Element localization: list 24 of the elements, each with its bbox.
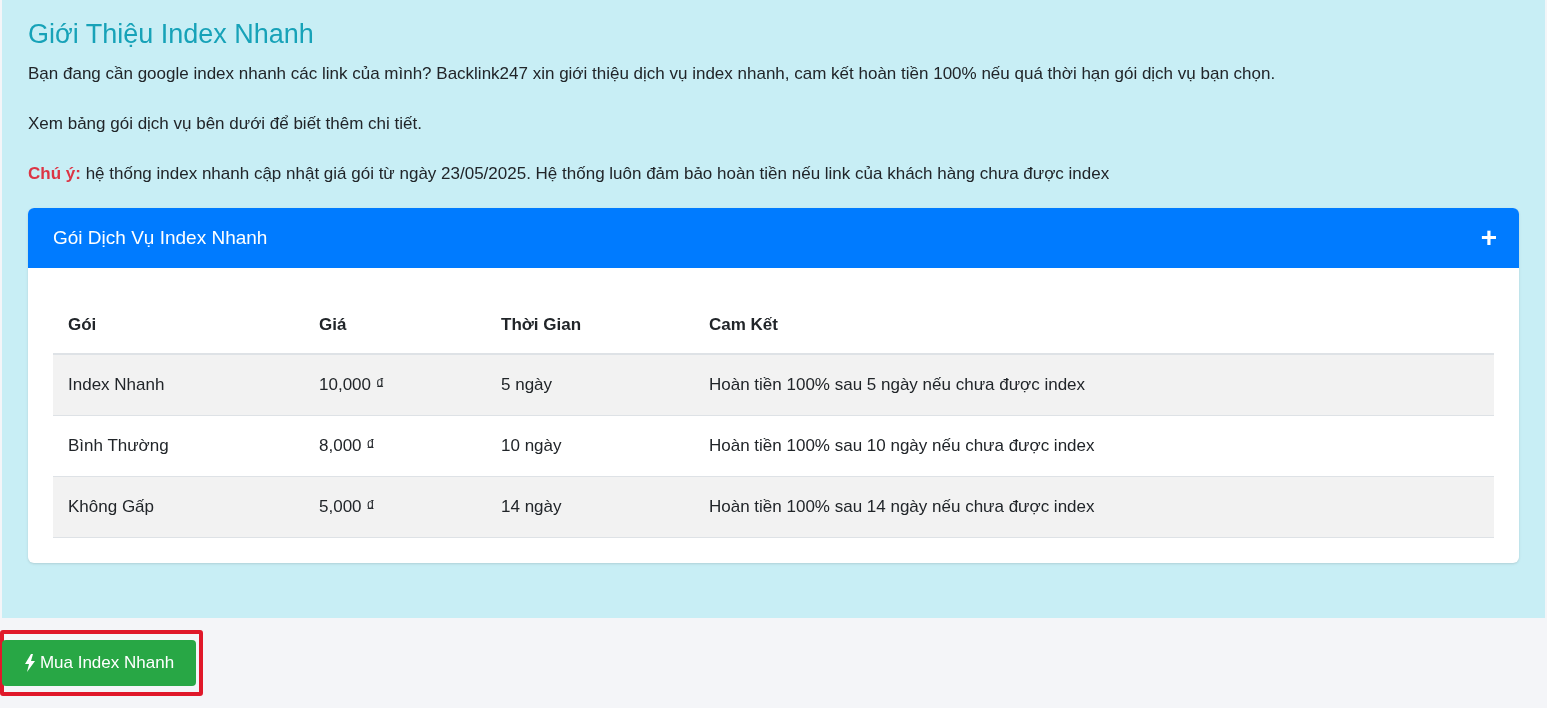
table-cell: 14 ngày	[486, 476, 694, 537]
lightning-icon	[23, 654, 36, 672]
note-paragraph: Chú ý: hệ thống index nhanh cập nhật giá gói từ ngày 23/05/2025. Hệ thống luôn đảm bảo hoàn tiền nếu link của khách hàng chưa được index	[28, 163, 1111, 185]
intro-paragraph: Xem bảng gói dịch vụ bên dưới để biết thêm chi tiết.	[28, 113, 423, 135]
section-title: Giới Thiệu Index Nhanh	[28, 18, 315, 51]
table-cell: 5,000 ₫	[304, 476, 486, 537]
buy-button[interactable]: Mua Index Nhanh	[2, 640, 196, 686]
card-title: Gói Dịch Vụ Index Nhanh	[53, 225, 268, 250]
column-header: Gói	[53, 297, 304, 354]
table-cell: 10,000 ₫	[304, 354, 486, 415]
table-cell: Hoàn tiền 100% sau 5 ngày nếu chưa được index	[694, 354, 1494, 415]
intro-paragraph: Bạn đang cần google index nhanh các link của mình? Backlink247 xin giới thiệu dịch vụ index nhanh, cam kết hoàn tiền 100% nếu quá thời hạn gói dịch vụ bạn chọn.	[28, 63, 1277, 85]
table-cell: Hoàn tiền 100% sau 10 ngày nếu chưa được index	[694, 415, 1494, 476]
column-header: Thời Gian	[486, 297, 694, 354]
table-cell: 10 ngày	[486, 415, 694, 476]
table-cell: 5 ngày	[486, 354, 694, 415]
column-header: Giá	[304, 297, 486, 354]
expand-toggle[interactable]: +	[1480, 224, 1497, 252]
table-cell: 8,000 ₫	[304, 415, 486, 476]
table-cell: Bình Thường	[53, 415, 304, 476]
table-cell: Index Nhanh	[53, 354, 304, 415]
table-cell: Hoàn tiền 100% sau 14 ngày nếu chưa được index	[694, 476, 1494, 537]
table-cell: Không Gấp	[53, 476, 304, 537]
column-header: Cam Kết	[694, 297, 1494, 354]
